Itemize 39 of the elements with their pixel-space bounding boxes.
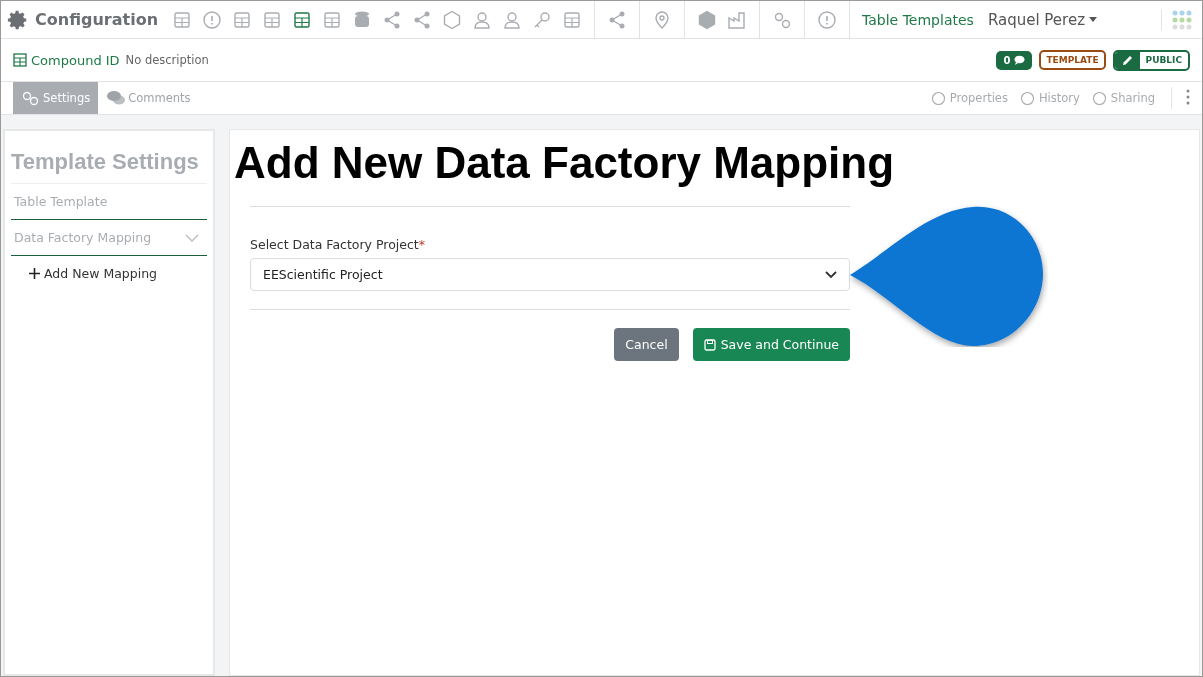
sidebar-item[interactable]: Data Factory Mapping [11,220,207,256]
settings-icon [7,8,29,31]
action-button[interactable]: History [1013,90,1086,106]
plus-icon [29,268,40,279]
user-menu[interactable]: Raquel Perez [979,10,1106,29]
required-mark: * [418,237,425,252]
app-title: Configuration [35,10,159,29]
key-icon[interactable] [532,9,553,30]
field-label: Select Data Factory Project [250,237,419,252]
table-icon [13,53,27,67]
sidebar-item[interactable]: Table Template [11,184,207,220]
sidebar-title: Template Settings [11,149,207,184]
section-link[interactable]: Table Templates [862,11,974,28]
page-heading: Add New Data Factory Mapping [234,138,896,188]
hexagon-icon[interactable] [442,9,463,30]
user-icon[interactable] [502,9,523,30]
record-name: Compound ID [31,52,120,68]
app-grid-icon[interactable] [1161,9,1192,30]
comment-icon [1014,55,1026,65]
action-button[interactable]: Sharing [1085,90,1161,106]
caret-icon [1089,17,1098,22]
record-description: No description [125,53,209,67]
table-icon[interactable] [232,9,253,30]
factory-icon[interactable] [727,9,748,30]
pencil-icon [1121,54,1133,66]
table-icon[interactable] [292,9,313,30]
save-continue-button[interactable]: Save and Continue [692,328,850,361]
project-select[interactable]: EEScientific Project [250,258,850,291]
action-button[interactable]: Properties [924,90,1014,106]
template-badge: TEMPLATE [1039,50,1106,70]
tab[interactable]: Comments [98,82,199,114]
chevron-down-icon [185,233,199,242]
comments-icon [106,90,127,106]
chevron-down-icon [825,270,837,279]
cancel-button[interactable]: Cancel [614,328,679,361]
save-icon [703,338,716,351]
comment-count-badge[interactable]: 0 [996,50,1033,70]
add-mapping-link[interactable]: Add New Mapping [11,256,176,291]
visibility-toggle[interactable]: PUBLIC [1112,49,1190,71]
